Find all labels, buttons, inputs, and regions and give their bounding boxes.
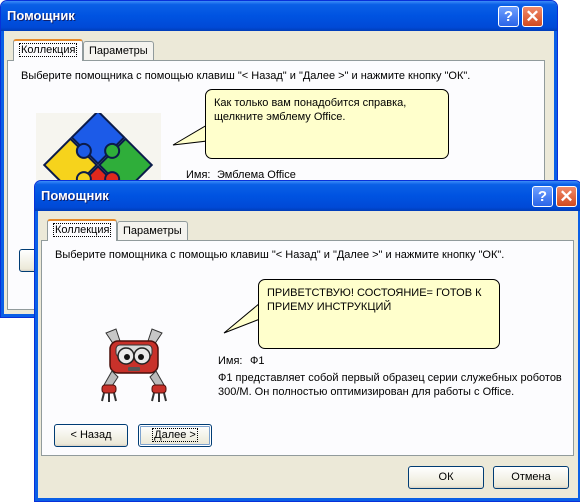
tab-label: Коллекция [19, 43, 78, 57]
title-bar[interactable]: Помощник ? ✕ [35, 181, 580, 211]
help-icon[interactable]: ? [532, 186, 553, 207]
tab-panel: Выберите помощника с помощью клавиш "< Н… [41, 240, 574, 456]
robot-icon [101, 328, 167, 402]
help-icon[interactable]: ? [498, 6, 519, 27]
assistant-name-label: Имя: [218, 355, 243, 367]
bubble-line: ПРИВЕТСТВУЮ! СОСТОЯНИЕ= ГОТОВ К [267, 287, 482, 299]
tab-settings[interactable]: Параметры [117, 221, 188, 241]
title-bar[interactable]: Помощник ? ✕ [1, 1, 557, 31]
back-button[interactable]: < Назад [54, 424, 128, 447]
bubble-line: Как только вам понадобится справка, [214, 97, 407, 109]
window-title: Помощник [41, 188, 109, 203]
instruction-text: Выберите помощника с помощью клавиш "< Н… [55, 249, 505, 261]
tab-label: Коллекция [53, 223, 112, 237]
assistant-dialog: Помощник ? ✕ Коллекция Параметры Выберит… [34, 180, 580, 502]
close-icon[interactable]: ✕ [522, 6, 543, 27]
ok-button[interactable]: ОК [408, 466, 484, 489]
tab-label: Параметры [123, 225, 182, 237]
bubble-line: щелкните эмблему Office. [214, 111, 346, 123]
next-button[interactable]: Далее > [138, 424, 212, 447]
description-line: Ф1 представляет собой первый образец сер… [218, 372, 562, 384]
cancel-button[interactable]: Отмена [493, 466, 569, 489]
bubble-line: ПРИЕМУ ИНСТРУКЦИЙ [267, 301, 392, 313]
assistant-description: Ф1 представляет собой первый образец сер… [218, 371, 568, 399]
instruction-text: Выберите помощника с помощью клавиш "< Н… [21, 70, 471, 82]
speech-bubble: Как только вам понадобится справка, щелк… [205, 89, 449, 159]
tab-collection[interactable]: Коллекция [47, 219, 118, 241]
tab-settings[interactable]: Параметры [83, 41, 154, 61]
back-button-label: < Назад [70, 429, 112, 441]
next-button-label: Далее > [152, 428, 198, 442]
cancel-button-label: Отмена [511, 471, 551, 483]
f1-robot-assistant[interactable] [100, 323, 172, 405]
ok-button-label: ОК [438, 471, 454, 483]
assistant-name-value: Ф1 [250, 355, 265, 367]
window-title: Помощник [7, 8, 75, 23]
close-icon[interactable]: ✕ [556, 186, 577, 207]
dialog-body: Коллекция Параметры Выберите помощника с… [38, 211, 578, 498]
tab-label: Параметры [89, 45, 148, 57]
tab-collection[interactable]: Коллекция [13, 39, 84, 61]
description-line: 300/M. Он полностью оптимизирован для ра… [218, 386, 515, 398]
speech-bubble: ПРИВЕТСТВУЮ! СОСТОЯНИЕ= ГОТОВ К ПРИЕМУ И… [258, 279, 500, 349]
